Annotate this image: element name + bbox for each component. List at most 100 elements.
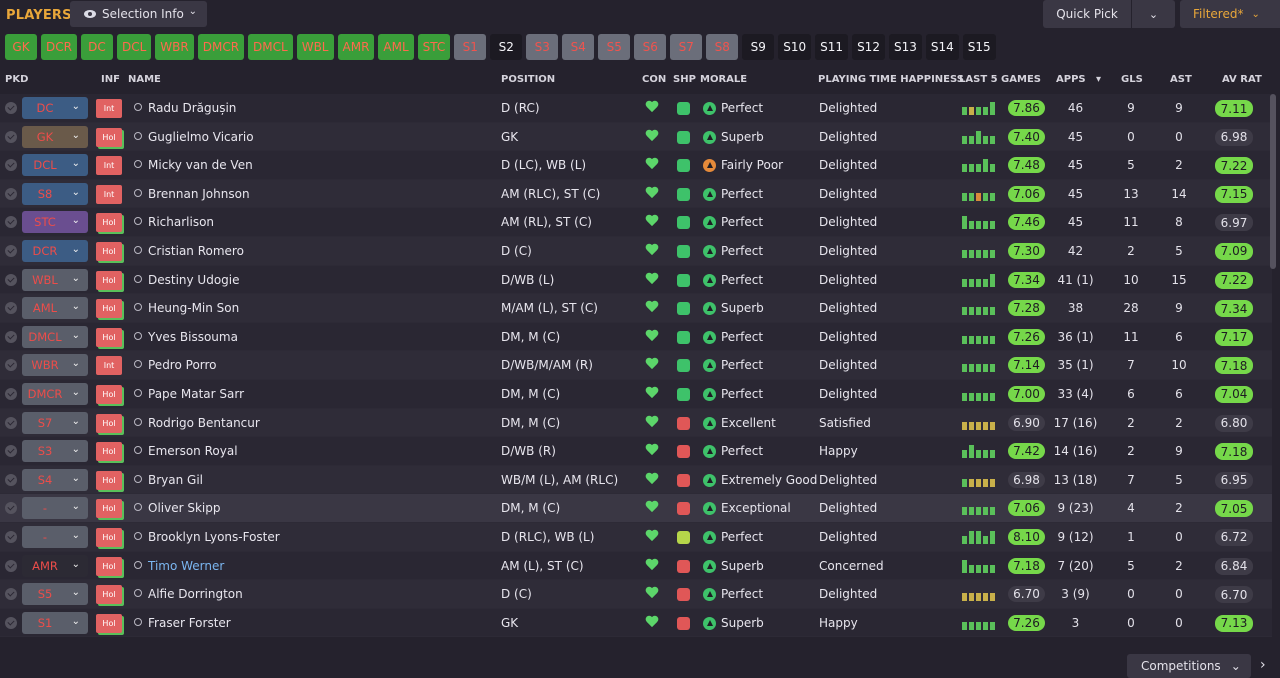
col-pkd[interactable]: PKD — [5, 74, 28, 85]
picked-check-icon[interactable] — [5, 616, 17, 629]
table-row[interactable]: S8 ⌄ Int Brennan Johnson AM (RLC), ST (C) Per… — [0, 179, 1272, 209]
selected-position-dropdown[interactable]: GK ⌄ — [22, 125, 88, 148]
picked-check-icon[interactable] — [5, 159, 17, 172]
competitions-button[interactable]: Competitions ⌄ — [1127, 654, 1251, 678]
col-shp[interactable]: SHP — [673, 74, 696, 85]
player-name[interactable]: Radu Drăgușin — [148, 94, 236, 122]
selected-position-dropdown[interactable]: S8 ⌄ — [22, 182, 88, 205]
selected-position-dropdown[interactable]: WBR ⌄ — [22, 354, 88, 377]
selected-position-dropdown[interactable]: WBL ⌄ — [22, 268, 88, 291]
info-badge[interactable]: Hol — [96, 470, 122, 490]
position-chip[interactable]: WBR — [155, 34, 194, 60]
info-badge[interactable]: Hol — [96, 499, 122, 519]
col-last-5-games[interactable]: LAST 5 GAMES — [959, 74, 1041, 85]
chevron-right-icon[interactable]: › — [1260, 657, 1266, 673]
col-name[interactable]: NAME — [128, 74, 161, 85]
col-morale[interactable]: MORALE — [700, 74, 747, 85]
selection-info-button[interactable]: Selection Info ⌄ — [70, 1, 207, 27]
position-chip[interactable]: S5 — [598, 34, 631, 60]
info-badge[interactable]: Hol — [96, 527, 122, 547]
table-row[interactable]: S3 ⌄ Hol Emerson Royal D/WB (R) Perfect Happy 7… — [0, 437, 1272, 466]
col-ast[interactable]: AST — [1170, 74, 1192, 85]
picked-check-icon[interactable] — [5, 216, 17, 229]
position-chip[interactable]: DC — [80, 34, 113, 60]
position-chip[interactable]: S9 — [742, 34, 775, 60]
player-name[interactable]: Destiny Udogie — [148, 266, 240, 294]
player-name[interactable]: Bryan Gil — [148, 466, 203, 494]
selected-position-dropdown[interactable]: S1 ⌄ — [22, 611, 88, 634]
picked-check-icon[interactable] — [5, 502, 17, 515]
player-name[interactable]: Guglielmo Vicario — [148, 123, 254, 151]
position-chip[interactable]: S13 — [888, 34, 922, 60]
position-chip[interactable]: DCR — [41, 34, 77, 60]
player-name[interactable]: Brooklyn Lyons-Foster — [148, 523, 280, 551]
position-chip[interactable]: S14 — [925, 34, 959, 60]
info-badge[interactable]: Hol — [96, 127, 122, 147]
picked-check-icon[interactable] — [5, 130, 17, 143]
info-badge[interactable]: Int — [96, 184, 122, 204]
table-row[interactable]: STC ⌄ Hol Richarlison AM (RL), ST (C) Perfect… — [0, 208, 1272, 237]
position-chip[interactable]: DMCR — [197, 34, 245, 60]
player-name[interactable]: Oliver Skipp — [148, 494, 220, 522]
selected-position-dropdown[interactable]: AML ⌄ — [22, 297, 88, 320]
quick-pick-button[interactable]: Quick Pick ⌄ — [1043, 0, 1175, 28]
position-chip[interactable]: GK — [5, 34, 37, 60]
info-badge[interactable]: Hol — [96, 299, 122, 319]
position-chip[interactable]: DCL — [116, 34, 152, 60]
table-row[interactable]: DC ⌄ Int Radu Drăgușin D (RC) Perfect Delighte… — [0, 94, 1272, 123]
table-row[interactable]: DMCL ⌄ Hol Yves Bissouma DM, M (C) Perfect Del… — [0, 322, 1272, 352]
info-badge[interactable]: Int — [96, 99, 122, 118]
picked-check-icon[interactable] — [5, 530, 17, 543]
selected-position-dropdown[interactable]: DCR ⌄ — [22, 239, 88, 262]
info-badge[interactable]: Hol — [96, 241, 122, 261]
col-inf[interactable]: INF — [101, 74, 120, 85]
position-chip[interactable]: S6 — [634, 34, 667, 60]
selected-position-dropdown[interactable]: AMR ⌄ — [22, 554, 88, 577]
position-chip[interactable]: S7 — [670, 34, 703, 60]
info-badge[interactable]: Hol — [96, 327, 122, 347]
position-chip[interactable]: S4 — [562, 34, 595, 60]
position-chip[interactable]: DMCL — [248, 34, 293, 60]
filter-button[interactable]: Filtered* ⌄ — [1180, 0, 1280, 28]
table-row[interactable]: DCL ⌄ Int Micky van de Ven D (LC), WB (L) Fai… — [0, 151, 1272, 180]
col-gls[interactable]: GLS — [1121, 74, 1143, 85]
selected-position-dropdown[interactable]: S5 ⌄ — [22, 583, 88, 606]
position-chip[interactable]: S12 — [852, 34, 885, 60]
selected-position-dropdown[interactable]: S4 ⌄ — [22, 468, 88, 491]
picked-check-icon[interactable] — [5, 588, 17, 601]
position-chip[interactable]: S15 — [962, 34, 996, 60]
table-row[interactable]: S7 ⌄ Hol Rodrigo Bentancur DM, M (C) Excellen… — [0, 408, 1272, 438]
position-chip[interactable]: S11 — [815, 34, 849, 60]
player-name[interactable]: Rodrigo Bentancur — [148, 409, 260, 437]
table-row[interactable]: WBL ⌄ Hol Destiny Udogie D/WB (L) Perfect Deli… — [0, 265, 1272, 295]
info-badge[interactable]: Hol — [96, 270, 122, 290]
position-chip[interactable]: AMR — [337, 34, 375, 60]
picked-check-icon[interactable] — [5, 445, 17, 458]
position-chip[interactable]: S2 — [490, 34, 523, 60]
selected-position-dropdown[interactable]: - ⌄ — [22, 497, 88, 520]
player-name[interactable]: Micky van de Ven — [148, 151, 253, 179]
picked-check-icon[interactable] — [5, 559, 17, 572]
position-chip[interactable]: S1 — [454, 34, 487, 60]
picked-check-icon[interactable] — [5, 359, 17, 372]
table-row[interactable]: - ⌄ Hol Brooklyn Lyons-Foster D (RLC), WB (L… — [0, 522, 1272, 552]
info-badge[interactable]: Hol — [96, 613, 122, 633]
selected-position-dropdown[interactable]: S7 ⌄ — [22, 411, 88, 434]
selected-position-dropdown[interactable]: DCL ⌄ — [22, 154, 88, 177]
info-badge[interactable]: Hol — [96, 585, 122, 605]
picked-check-icon[interactable] — [5, 273, 17, 286]
table-row[interactable]: AMR ⌄ Hol Timo Werner AM (L), ST (C) Superb Co… — [0, 551, 1272, 581]
selected-position-dropdown[interactable]: STC ⌄ — [22, 211, 88, 234]
picked-check-icon[interactable] — [5, 387, 17, 400]
picked-check-icon[interactable] — [5, 330, 17, 343]
col-apps[interactable]: APPS — [1056, 74, 1086, 85]
info-badge[interactable]: Hol — [96, 384, 122, 404]
col-playing-time-happiness[interactable]: PLAYING TIME HAPPINESS — [818, 74, 964, 85]
sort-desc-icon[interactable]: ▾ — [1096, 74, 1101, 85]
position-chip[interactable]: S3 — [526, 34, 559, 60]
table-row[interactable]: - ⌄ Hol Oliver Skipp DM, M (C) Exceptional Del… — [0, 494, 1272, 523]
selected-position-dropdown[interactable]: - ⌄ — [22, 525, 88, 548]
info-badge[interactable]: Hol — [96, 413, 122, 433]
position-chip[interactable]: S8 — [706, 34, 739, 60]
player-name[interactable]: Cristian Romero — [148, 237, 244, 265]
